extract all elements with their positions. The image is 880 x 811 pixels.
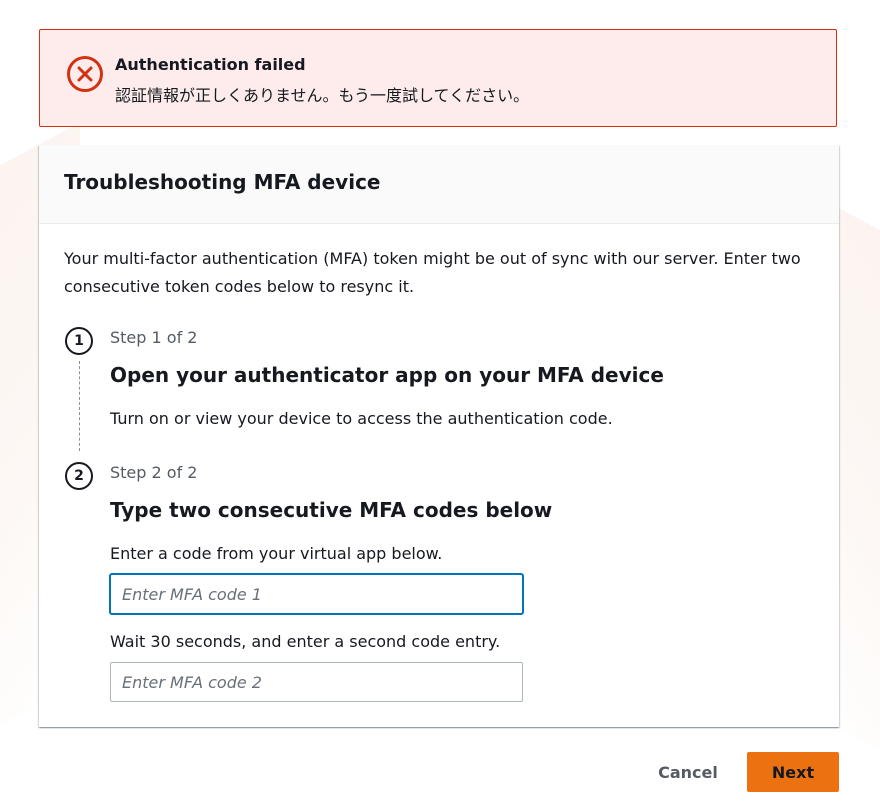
- card-description: Your multi-factor authentication (MFA) t…: [64, 249, 801, 296]
- step-connector-line: [79, 361, 80, 451]
- card-title: Troubleshooting MFA device: [64, 170, 381, 194]
- alert-message: 認証情報が正しくありません。もう一度試してください。: [115, 86, 530, 105]
- cancel-button[interactable]: Cancel: [648, 752, 728, 792]
- step-2-number-badge: 2: [65, 462, 93, 490]
- step-1-text: Turn on or view your device to access th…: [110, 409, 613, 428]
- alert-title: Authentication failed: [115, 55, 306, 74]
- card-header: Troubleshooting MFA device: [39, 145, 839, 224]
- step-2-label: Step 2 of 2: [110, 463, 198, 482]
- step-1-label: Step 1 of 2: [110, 328, 198, 347]
- error-x-icon: [66, 55, 104, 93]
- step-2-heading: Type two consecutive MFA codes below: [110, 498, 553, 522]
- step-1-number-badge: 1: [65, 327, 93, 355]
- mfa-troubleshoot-card: Troubleshooting MFA device Your multi-fa…: [39, 145, 839, 727]
- mfa-code-1-input[interactable]: [110, 574, 523, 614]
- next-button[interactable]: Next: [747, 752, 839, 792]
- mfa-code-2-input[interactable]: [110, 662, 523, 702]
- mfa-code-2-label: Wait 30 seconds, and enter a second code…: [110, 632, 501, 651]
- error-alert: Authentication failed 認証情報が正しくありません。もう一度…: [39, 29, 837, 127]
- step-1-heading: Open your authenticator app on your MFA …: [110, 363, 664, 387]
- mfa-code-1-label: Enter a code from your virtual app below…: [110, 544, 443, 563]
